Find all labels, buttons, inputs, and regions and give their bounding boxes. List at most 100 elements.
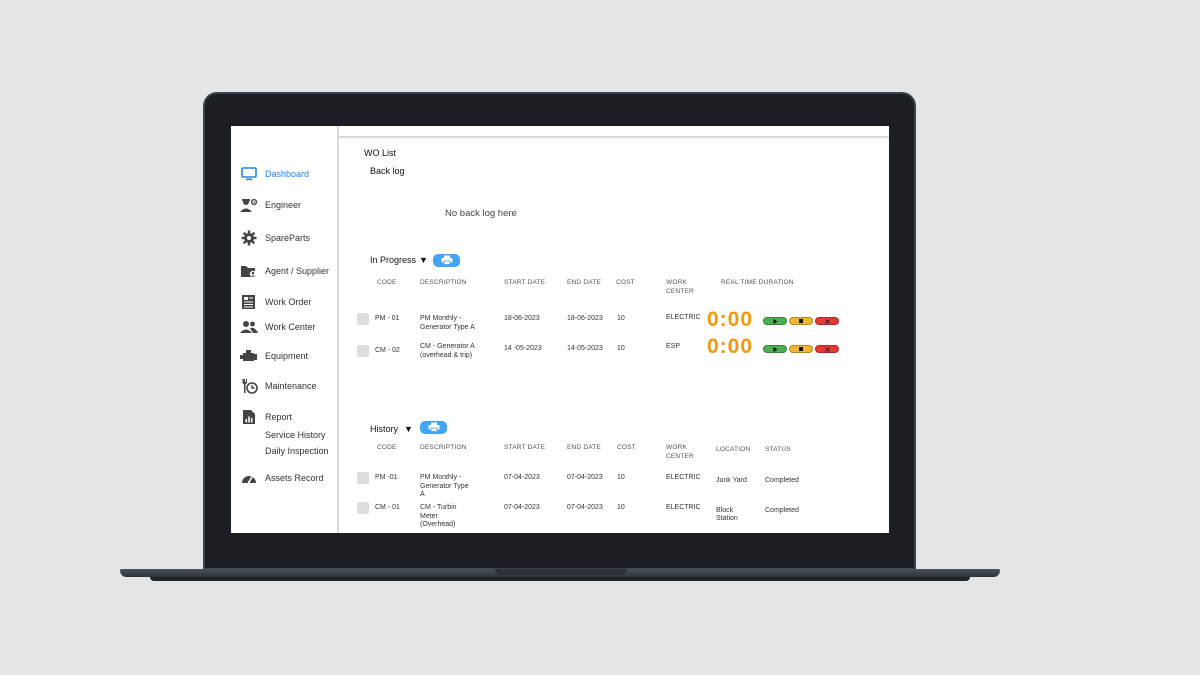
folder-user-icon bbox=[240, 263, 258, 279]
cell-cost: 10 bbox=[617, 504, 625, 511]
cell-work-center: ELECTRIC bbox=[666, 474, 701, 481]
people-icon bbox=[240, 319, 258, 335]
play-icon bbox=[773, 346, 777, 352]
sidebar-item-engineer[interactable]: Engineer bbox=[240, 197, 301, 213]
cell-code: CM - 02 bbox=[375, 347, 400, 354]
engineer-icon bbox=[240, 197, 258, 213]
cell-status: Completed bbox=[765, 477, 799, 484]
sidebar-item-agent-supplier[interactable]: Agent / Supplier bbox=[240, 263, 329, 279]
sidebar-item-label: Work Order bbox=[265, 297, 312, 307]
cell-code: CM - 01 bbox=[375, 504, 400, 511]
cell-start-date: 14 -05-2023 bbox=[504, 345, 542, 352]
cancel-button[interactable] bbox=[815, 345, 839, 353]
row-checkbox[interactable] bbox=[357, 345, 369, 357]
col-header-work-center-line1: WORK bbox=[666, 444, 688, 451]
sidebar-item-assets-record[interactable]: Assets Record bbox=[240, 470, 324, 486]
printer-icon bbox=[441, 252, 453, 270]
sidebar-item-label: Assets Record bbox=[265, 473, 324, 483]
cell-work-center: ELECTRIC bbox=[666, 504, 701, 511]
col-header-work-center-line2: CENTER bbox=[666, 288, 694, 295]
play-button[interactable] bbox=[763, 317, 787, 325]
col-header-description: DESCRIPTION bbox=[420, 444, 467, 451]
backlog-title: Back log bbox=[370, 166, 405, 176]
cell-start-date: 18-06-2023 bbox=[504, 315, 540, 322]
cell-location-line2: Station bbox=[716, 515, 738, 522]
gear-icon bbox=[240, 230, 258, 246]
sidebar-item-label: Report bbox=[265, 412, 293, 422]
sidebar-item-maintenance[interactable]: Maintenance bbox=[240, 378, 317, 394]
sidebar-item-label: Work Center bbox=[265, 322, 316, 332]
cell-end-date: 07-04-2023 bbox=[567, 474, 603, 481]
main-content: WO List Back log No back log here In Pro… bbox=[339, 126, 889, 533]
sidebar-item-report[interactable]: Report bbox=[240, 409, 292, 425]
history-title: History bbox=[370, 424, 399, 434]
row-checkbox[interactable] bbox=[357, 313, 369, 325]
cell-description-line1: PM Monthly - bbox=[420, 474, 462, 481]
sidebar-item-label: Engineer bbox=[265, 200, 302, 210]
cell-work-center: ESP bbox=[666, 343, 681, 350]
sidebar-item-work-order[interactable]: Work Order bbox=[240, 294, 311, 310]
sidebar-subitem-daily-inspection[interactable]: Daily Inspection bbox=[265, 446, 329, 456]
gauge-icon bbox=[240, 470, 258, 486]
cell-description-line1: PM Monthly - bbox=[420, 315, 462, 322]
col-header-status: STATUS bbox=[765, 446, 791, 453]
sidebar-item-equipment[interactable]: Equipment bbox=[240, 348, 308, 364]
col-header-end-date: END DATE bbox=[567, 444, 601, 451]
cell-cost: 10 bbox=[617, 345, 625, 352]
cell-end-date: 18-06-2023 bbox=[567, 315, 603, 322]
sidebar-item-label: SpareParts bbox=[265, 233, 311, 243]
col-header-work-center-line1: WORK bbox=[666, 279, 688, 286]
col-header-end-date: END DATE bbox=[567, 279, 601, 286]
stop-button[interactable] bbox=[789, 345, 813, 353]
play-button[interactable] bbox=[763, 345, 787, 353]
printer-icon bbox=[428, 419, 440, 437]
cell-description-line2: (overhead & trip) bbox=[420, 352, 473, 359]
history-print-button[interactable] bbox=[420, 421, 447, 434]
col-header-work-center-line2: CENTER bbox=[666, 453, 694, 460]
sidebar-item-spareparts[interactable]: SpareParts bbox=[240, 230, 310, 246]
sidebar-item-label: Equipment bbox=[265, 351, 309, 361]
play-icon bbox=[773, 318, 777, 324]
cancel-button[interactable] bbox=[815, 317, 839, 325]
row-checkbox[interactable] bbox=[357, 502, 369, 514]
col-header-real-time-duration: REAL TIME DURATION bbox=[721, 279, 794, 286]
cell-code: PM -01 bbox=[375, 474, 398, 481]
cell-cost: 10 bbox=[617, 315, 625, 322]
cell-status: Completed bbox=[765, 507, 799, 514]
sidebar-item-label: Maintenance bbox=[265, 381, 317, 391]
cell-cost: 10 bbox=[617, 474, 625, 481]
sidebar-item-label: Dashboard bbox=[265, 169, 310, 179]
col-header-cost: COST bbox=[617, 444, 636, 451]
backlog-empty-text: No back log here bbox=[445, 208, 517, 219]
cell-description-line1: CM - Generator A bbox=[420, 343, 475, 350]
engine-icon bbox=[240, 348, 258, 364]
col-header-cost: COST bbox=[616, 279, 635, 286]
history-toggle[interactable]: ▼ bbox=[404, 424, 413, 434]
page-title: WO List bbox=[364, 148, 397, 158]
in-progress-toggle[interactable]: ▼ bbox=[419, 255, 428, 265]
in-progress-print-button[interactable] bbox=[433, 254, 460, 267]
cell-code: PM - 01 bbox=[375, 315, 400, 322]
cell-description-line2: Generator Type bbox=[420, 483, 469, 490]
timer-display: 0:00 bbox=[707, 335, 754, 358]
laptop-base-bottom bbox=[150, 577, 970, 581]
stop-button[interactable] bbox=[789, 317, 813, 325]
stop-icon bbox=[799, 319, 803, 323]
report-icon bbox=[240, 409, 258, 425]
in-progress-title: In Progress bbox=[370, 255, 417, 265]
col-header-start-date: START DATE bbox=[504, 444, 546, 451]
stop-icon bbox=[799, 347, 803, 351]
col-header-location: LOCATION bbox=[716, 446, 751, 453]
col-header-description: DESCRIPTION bbox=[420, 279, 467, 286]
col-header-start-date: START DATE bbox=[504, 279, 546, 286]
wrench-clock-icon bbox=[240, 378, 258, 394]
cell-description-line1: CM - Turbin bbox=[420, 504, 457, 511]
cell-description-line3: (Overhead) bbox=[420, 521, 456, 528]
monitor-icon bbox=[240, 166, 258, 182]
sidebar-subitem-service-history[interactable]: Service History bbox=[265, 430, 326, 440]
row-checkbox[interactable] bbox=[357, 472, 369, 484]
sidebar-item-dashboard[interactable]: Dashboard bbox=[240, 166, 309, 182]
sidebar-item-work-center[interactable]: Work Center bbox=[240, 319, 315, 335]
sidebar: Dashboard Engineer SpareParts Agent / Su… bbox=[231, 126, 339, 533]
sidebar-item-label: Agent / Supplier bbox=[265, 266, 330, 276]
